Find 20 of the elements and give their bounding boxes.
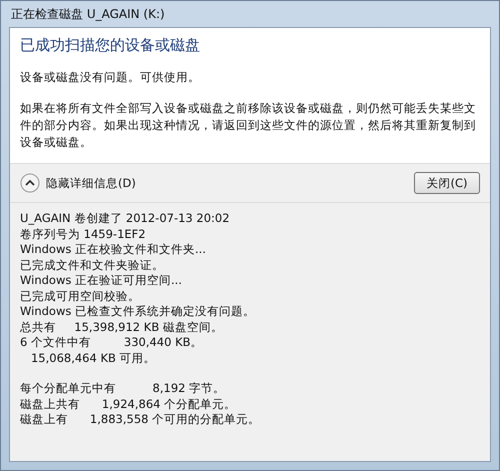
log-line: 卷序列号为 1459-1EF2: [20, 226, 147, 242]
log-line: Windows 正在校验文件和文件夹...: [20, 242, 207, 258]
log-line: 每个分配单元中有 8,192 字节。: [20, 381, 226, 396]
log-line: 已完成可用空间校验。: [20, 288, 141, 304]
details-toggle[interactable]: 隐藏详细信息(D): [20, 173, 136, 193]
log-line: U_AGAIN 卷创建了 2012-07-13 20:02: [20, 211, 231, 226]
log-line: 总共有 15,398,912 KB 磁盘空间。: [20, 320, 224, 335]
log-line: 磁盘上共有 1,924,864 个分配单元。: [20, 396, 238, 412]
close-button[interactable]: 关闭(C): [414, 172, 480, 194]
log-line: 已完成文件和文件夹验证。: [20, 258, 165, 273]
log-line: Windows 正在验证可用空间...: [20, 273, 183, 288]
chevron-icon: [20, 173, 40, 193]
window-title: 正在检查磁盘 U_AGAIN (K:): [10, 6, 166, 23]
message-text: 设备或磁盘没有问题。可供使用。: [20, 69, 201, 86]
log-line: 15,068,464 KB 可用。: [30, 350, 157, 366]
message-text: 如果在将所有文件全部写入设备或磁盘之前移除该设备或磁盘，则仍然可能丢失某些文件的部分内容。如果出现这种情况，请返回到这些文件的源位置，然后将其重新复制到设备或磁盘。: [20, 100, 477, 151]
dialog-heading: 已成功扫描您的设备或磁盘: [20, 36, 201, 55]
log-line: 6 个文件中有 330,440 KB。: [20, 335, 204, 350]
log-line: 磁盘上有 1,883,558 个可用的分配单元。: [20, 412, 262, 428]
log-line: Windows 已检查文件系统并确定没有问题。: [20, 304, 256, 320]
